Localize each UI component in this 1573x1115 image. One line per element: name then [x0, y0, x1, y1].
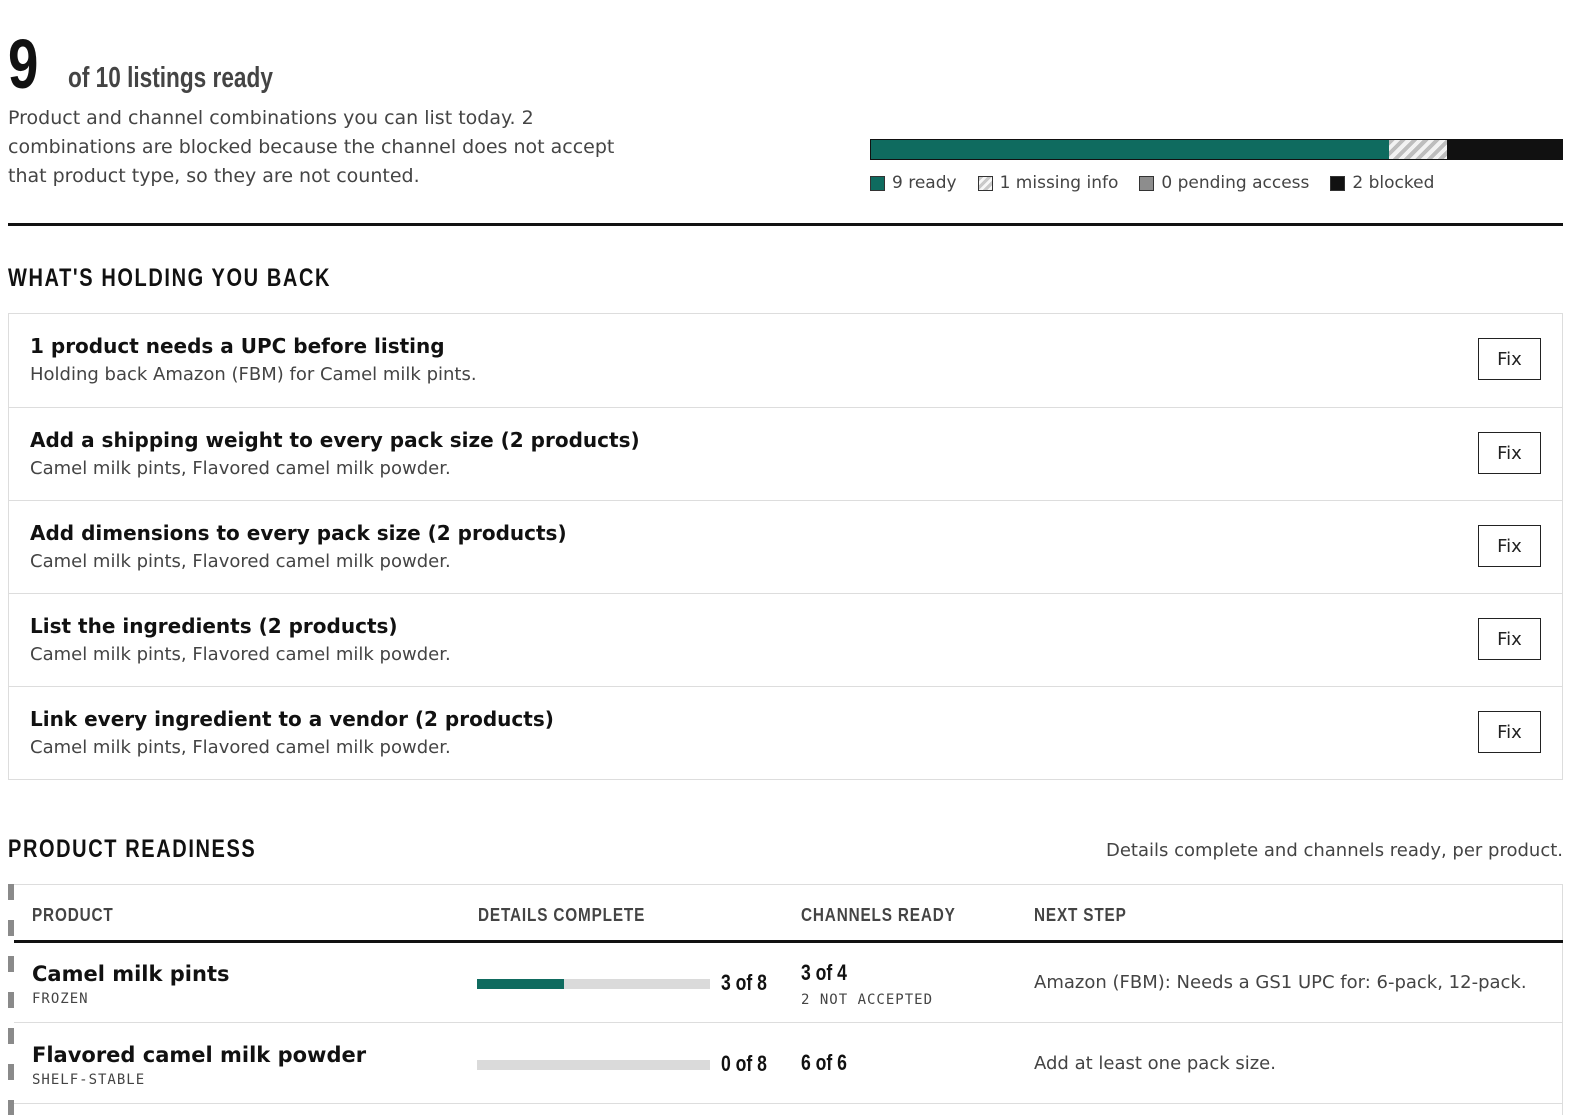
- readiness-table: PRODUCT DETAILS COMPLETE CHANNELS READY …: [14, 884, 1563, 1115]
- blocker-description: Camel milk pints, Flavored camel milk po…: [30, 551, 451, 572]
- blocker-title: Add dimensions to every pack size (2 pro…: [30, 521, 567, 545]
- column-header-next-step: NEXT STEP: [1034, 905, 1127, 925]
- progress-segment-missing-info: [1389, 140, 1447, 159]
- progress-segment-ready: [871, 140, 1390, 159]
- column-header-channels: CHANNELS READY: [801, 905, 956, 925]
- next-step: Amazon (FBM): Needs a GS1 UPC for: 6-pac…: [1034, 972, 1527, 993]
- summary-description: Product and channel combinations you can…: [8, 107, 615, 187]
- channels-count: 3 of 4: [801, 960, 847, 985]
- fix-button[interactable]: Fix: [1478, 711, 1541, 753]
- blocker-item: Link every ingredient to a vendor (2 pro…: [9, 686, 1562, 779]
- ready-swatch-icon: [870, 175, 885, 191]
- blocker-item: Add a shipping weight to every pack size…: [9, 407, 1562, 500]
- blocker-description: Holding back Amazon (FBM) for Camel milk…: [30, 364, 477, 385]
- details-progress-bar: [477, 1060, 710, 1070]
- legend-ready: 9 ready: [870, 172, 957, 194]
- legend-pending-access: 0 pending access: [1139, 172, 1309, 194]
- product-name[interactable]: Flavored camel milk powder: [32, 1043, 366, 1067]
- legend-missing-info: 1 missing info: [977, 172, 1119, 194]
- legend-blocked: 2 blocked: [1330, 172, 1434, 194]
- readiness-summary: 9 of 10 listings ready Product and chann…: [8, 0, 1563, 226]
- ready-count: 9: [8, 25, 38, 103]
- readiness-heading: PRODUCT READINESS: [8, 835, 257, 863]
- missing-swatch-icon: [977, 175, 993, 191]
- fix-button[interactable]: Fix: [1478, 432, 1541, 474]
- blocker-item: List the ingredients (2 products) Camel …: [9, 593, 1562, 686]
- legend-pending-label: 0 pending access: [1161, 173, 1310, 193]
- blockers-list: 1 product needs a UPC before listing Hol…: [8, 313, 1563, 780]
- blocker-description: Camel milk pints, Flavored camel milk po…: [30, 458, 451, 479]
- blockers-heading: WHAT'S HOLDING YOU BACK: [8, 264, 332, 292]
- fix-button[interactable]: Fix: [1478, 338, 1541, 380]
- blocker-description: Camel milk pints, Flavored camel milk po…: [30, 737, 451, 758]
- progress-legend: 9 ready 1 missing info 0 pending access …: [870, 172, 1455, 194]
- fix-button[interactable]: Fix: [1478, 525, 1541, 567]
- details-count: 3 of 8: [721, 970, 767, 995]
- details-progress-bar: [477, 979, 710, 989]
- blocker-item: 1 product needs a UPC before listing Hol…: [9, 314, 1562, 407]
- blocked-swatch-icon: [1330, 175, 1346, 191]
- ready-headline: of 10 listings ready: [68, 62, 273, 94]
- table-row[interactable]: Flavored camel milk powder SHELF-STABLE …: [14, 1024, 1563, 1104]
- fix-button[interactable]: Fix: [1478, 618, 1541, 660]
- pending-swatch-icon: [1139, 175, 1155, 191]
- blocker-description: Camel milk pints, Flavored camel milk po…: [30, 644, 451, 665]
- blocker-title: Add a shipping weight to every pack size…: [30, 428, 640, 452]
- blocker-title: 1 product needs a UPC before listing: [30, 334, 445, 358]
- blocker-title: Link every ingredient to a vendor (2 pro…: [30, 707, 554, 731]
- details-progress-fill: [477, 979, 565, 989]
- table-row[interactable]: Camel milk pints FROZEN 3 of 8 3 of 4 2 …: [14, 943, 1563, 1023]
- blocker-item: Add dimensions to every pack size (2 pro…: [9, 500, 1562, 593]
- channels-note: 2 NOT ACCEPTED: [801, 992, 934, 1008]
- product-name[interactable]: Camel milk pints: [32, 962, 230, 986]
- product-storage-type: SHELF-STABLE: [32, 1072, 146, 1088]
- legend-ready-label: 9 ready: [892, 173, 957, 193]
- legend-blocked-label: 2 blocked: [1352, 173, 1435, 193]
- progress-segment-blocked: [1446, 140, 1562, 159]
- product-storage-type: FROZEN: [32, 991, 89, 1007]
- legend-missing-label: 1 missing info: [999, 173, 1119, 193]
- channels-count: 6 of 6: [801, 1050, 847, 1075]
- readiness-caption: Details complete and channels ready, per…: [1105, 840, 1563, 861]
- listing-progress-bar: [870, 139, 1563, 160]
- column-header-details: DETAILS COMPLETE: [478, 905, 646, 925]
- column-header-product: PRODUCT: [32, 905, 114, 925]
- blocker-title: List the ingredients (2 products): [30, 614, 398, 638]
- next-step: Add at least one pack size.: [1034, 1053, 1276, 1074]
- details-count: 0 of 8: [721, 1051, 767, 1076]
